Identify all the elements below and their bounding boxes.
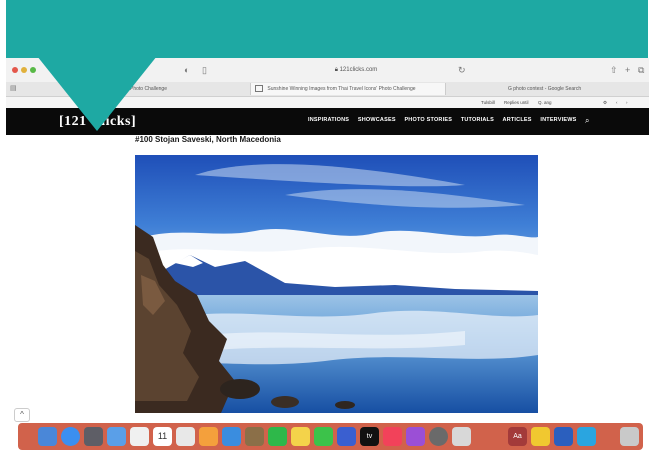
trash-icon[interactable]: [620, 427, 639, 446]
calendar-icon[interactable]: 11: [153, 427, 172, 446]
facetime-icon[interactable]: [268, 427, 287, 446]
shield-icon[interactable]: ◐: [184, 64, 189, 76]
preview-icon[interactable]: [452, 427, 471, 446]
skype-icon[interactable]: [577, 427, 596, 446]
maximize-window-button[interactable]: [30, 67, 36, 73]
grapher-icon[interactable]: [531, 427, 550, 446]
chevron-up-icon[interactable]: ^: [14, 408, 30, 422]
nav-item-articles[interactable]: ARTICLES: [503, 117, 532, 123]
bookmark-item[interactable]: Q. ang: [538, 99, 552, 106]
reminders-icon[interactable]: [176, 427, 195, 446]
tab-google-search[interactable]: G photo contest - Google Search: [504, 83, 644, 95]
tab-label: Sunshine Winning Images from Thai Travel…: [267, 86, 416, 92]
photo-heading: #100 Stojan Saveski, North Macedonia: [135, 135, 281, 144]
nav-item-showcases[interactable]: SHOWCASES: [358, 117, 396, 123]
forward-icon[interactable]: ›: [626, 99, 628, 106]
nav-item-photo-stories[interactable]: PHOTO STORIES: [404, 117, 452, 123]
bookmark-item[interactable]: Replies until: [504, 99, 529, 106]
launchpad-icon[interactable]: [84, 427, 103, 446]
apple-tv-icon[interactable]: tv: [360, 427, 379, 446]
bookmark-item[interactable]: Tulsbill: [481, 99, 495, 106]
finder-icon[interactable]: [38, 427, 57, 446]
nav-item-interviews[interactable]: INTERVIEWS: [540, 117, 576, 123]
nav-item-inspirations[interactable]: INSPIRATIONS: [308, 117, 349, 123]
photos-icon[interactable]: [199, 427, 218, 446]
teal-arrow-pointer: [37, 56, 157, 131]
safari-icon[interactable]: [61, 427, 80, 446]
new-tab-icon[interactable]: +: [625, 64, 630, 76]
reader-icon[interactable]: ▯: [202, 64, 207, 76]
back-icon[interactable]: ‹: [616, 99, 618, 106]
tab-label: photo contest - Google Search: [513, 86, 582, 92]
address-text: 121clicks.com: [339, 67, 378, 73]
gear-icon[interactable]: ⚙: [603, 99, 607, 106]
share-icon[interactable]: ⇧: [610, 64, 618, 76]
dock: 11 tv Aa: [18, 423, 643, 450]
tab-favicon-icon: [255, 85, 263, 93]
stickies-icon[interactable]: [291, 427, 310, 446]
search-icon[interactable]: ⌕: [585, 116, 589, 126]
nav-item-tutorials[interactable]: TUTORIALS: [461, 117, 494, 123]
lake-photo: [135, 155, 538, 413]
contacts-icon[interactable]: [130, 427, 149, 446]
app-store-icon[interactable]: [222, 427, 241, 446]
notes-icon[interactable]: [245, 427, 264, 446]
google-icon: G: [508, 86, 512, 92]
system-preferences-icon[interactable]: [429, 427, 448, 446]
teal-banner: [6, 0, 648, 58]
minimize-window-button[interactable]: [21, 67, 27, 73]
tab-overview-icon[interactable]: ⧉: [638, 64, 644, 76]
music-icon[interactable]: [383, 427, 402, 446]
tab-sunshine-winning-images[interactable]: Sunshine Winning Images from Thai Travel…: [250, 83, 446, 95]
sidebar-toggle-icon[interactable]: ▤: [10, 83, 17, 95]
mail-icon[interactable]: [107, 427, 126, 446]
lock-icon: 🔒︎: [334, 67, 338, 73]
address-bar[interactable]: 🔒︎ 121clicks.com: [256, 64, 456, 76]
reload-icon[interactable]: ↻: [458, 64, 466, 76]
word-icon[interactable]: [554, 427, 573, 446]
site-nav-menu: INSPIRATIONS SHOWCASES PHOTO STORIES TUT…: [308, 117, 584, 123]
close-window-button[interactable]: [12, 67, 18, 73]
podcasts-icon[interactable]: [406, 427, 425, 446]
keynote-icon[interactable]: [337, 427, 356, 446]
numbers-icon[interactable]: [314, 427, 333, 446]
dictionary-icon[interactable]: Aa: [508, 427, 527, 446]
